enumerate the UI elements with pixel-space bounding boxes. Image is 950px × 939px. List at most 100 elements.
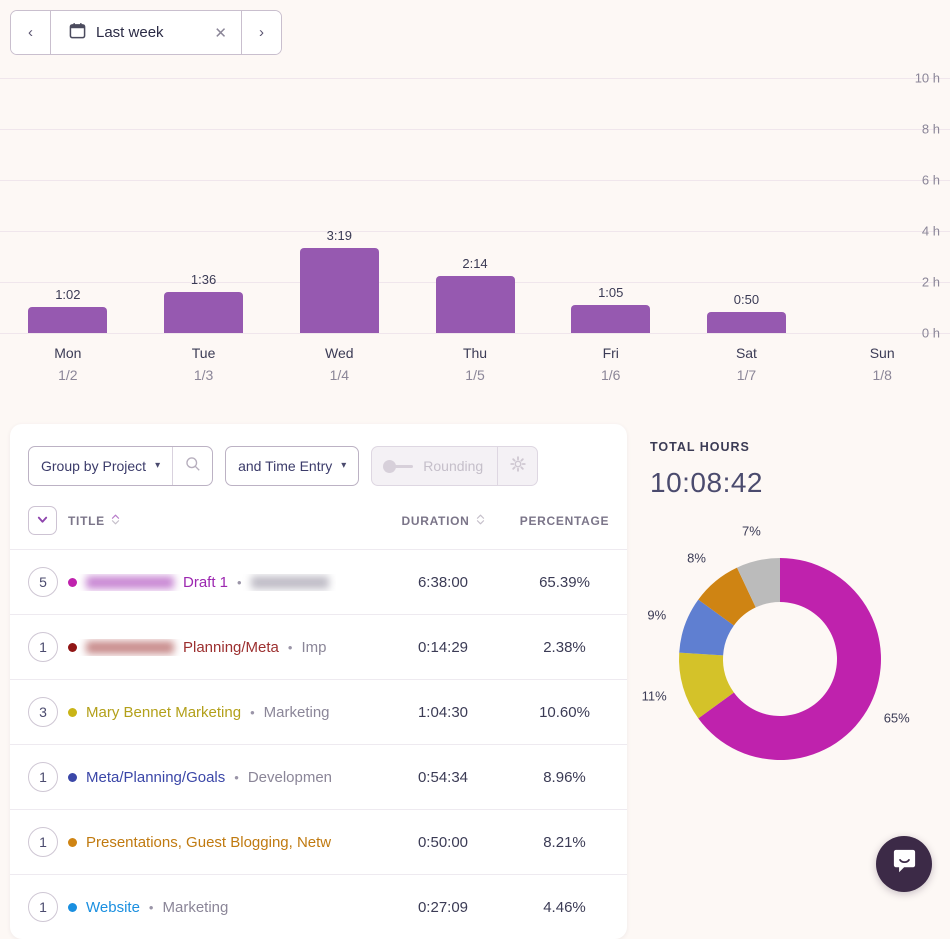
project-color-dot bbox=[68, 708, 77, 717]
entry-count-badge[interactable]: 3 bbox=[28, 697, 58, 727]
bar-column[interactable] bbox=[814, 78, 950, 333]
rounding-control[interactable]: Rounding bbox=[371, 446, 538, 486]
bar-column[interactable]: 0:50 bbox=[679, 78, 815, 333]
row-duration: 1:04:30 bbox=[384, 680, 502, 745]
donut-slice-label: 8% bbox=[687, 551, 706, 566]
rounding-settings-button[interactable] bbox=[497, 447, 537, 485]
x-axis-tick: Mon1/2 bbox=[0, 334, 136, 383]
calendar-icon bbox=[69, 22, 86, 44]
table-row[interactable]: 1Website•Marketing0:27:094.46% bbox=[10, 875, 627, 939]
bar[interactable] bbox=[28, 307, 107, 333]
group-by-value: Group by Project bbox=[41, 458, 146, 474]
x-axis-day-label: Wed bbox=[271, 334, 407, 361]
date-range-display[interactable]: Last week ✕ bbox=[51, 11, 241, 54]
previous-period-button[interactable]: ‹ bbox=[11, 11, 51, 54]
table-row[interactable]: 5Draft 1•6:38:0065.39% bbox=[10, 550, 627, 615]
row-count-cell[interactable]: 5 bbox=[10, 550, 68, 615]
row-title-cell[interactable]: Mary Bennet Marketing•Marketing bbox=[68, 680, 384, 745]
row-title-cell[interactable]: Presentations, Guest Blogging, Netw bbox=[68, 810, 384, 875]
title-separator: • bbox=[288, 640, 293, 655]
row-count-cell[interactable]: 1 bbox=[10, 615, 68, 680]
total-hours-value: 10:08:42 bbox=[650, 467, 950, 499]
bar-column[interactable]: 1:02 bbox=[0, 78, 136, 333]
donut-slice-label: 65% bbox=[884, 711, 910, 726]
gear-icon bbox=[510, 456, 526, 477]
group-by-dropdown[interactable]: Group by Project ▾ bbox=[29, 447, 172, 485]
project-color-dot bbox=[68, 903, 77, 912]
bar-column[interactable]: 3:19 bbox=[271, 78, 407, 333]
entry-count-badge[interactable]: 1 bbox=[28, 892, 58, 922]
entry-count-badge[interactable]: 1 bbox=[28, 632, 58, 662]
subgroup-by-control[interactable]: and Time Entry ▾ bbox=[225, 446, 359, 486]
next-period-button[interactable]: › bbox=[241, 11, 281, 54]
x-axis-tick: Sat1/7 bbox=[679, 334, 815, 383]
project-title: Draft 1 bbox=[183, 574, 228, 591]
project-subtitle: Marketing bbox=[264, 704, 330, 721]
sort-icon[interactable] bbox=[111, 513, 120, 529]
row-title-cell[interactable]: Planning/Meta•Imp bbox=[68, 615, 384, 680]
row-percentage: 65.39% bbox=[502, 550, 627, 615]
bar[interactable] bbox=[300, 248, 379, 333]
x-axis-day-label: Sun bbox=[814, 334, 950, 361]
entry-count-badge[interactable]: 5 bbox=[28, 567, 58, 597]
row-percentage: 8.96% bbox=[502, 745, 627, 810]
table-row[interactable]: 3 Mary Bennet Marketing•Marketing1:04:301… bbox=[10, 680, 627, 745]
chevron-right-icon: › bbox=[259, 24, 264, 41]
chart-bars: 1:021:363:192:141:050:50 bbox=[0, 78, 950, 333]
table-header: TITLE DURATION bbox=[10, 506, 627, 550]
sort-icon[interactable] bbox=[476, 513, 485, 529]
bar[interactable] bbox=[164, 292, 243, 333]
bar-column[interactable]: 1:36 bbox=[136, 78, 272, 333]
expand-all-column bbox=[10, 506, 68, 550]
donut-slice-label: 7% bbox=[742, 524, 761, 539]
group-by-control[interactable]: Group by Project ▾ bbox=[28, 446, 213, 486]
row-count-cell[interactable]: 3 bbox=[10, 680, 68, 745]
x-axis-tick: Fri1/6 bbox=[543, 334, 679, 383]
donut-slice-label: 11% bbox=[642, 688, 667, 703]
x-axis-day-label: Tue bbox=[136, 334, 272, 361]
row-count-cell[interactable]: 1 bbox=[10, 875, 68, 939]
project-subtitle: Imp bbox=[301, 639, 326, 656]
table-row[interactable]: 1Meta/Planning/Goals•Developmen0:54:348.… bbox=[10, 745, 627, 810]
bar[interactable] bbox=[571, 305, 650, 333]
summary-panel: TOTAL HOURS 10:08:42 65%11%9%8%7% bbox=[650, 440, 950, 809]
subgroup-by-dropdown[interactable]: and Time Entry ▾ bbox=[226, 447, 358, 485]
row-count-cell[interactable]: 1 bbox=[10, 745, 68, 810]
bar-column[interactable]: 2:14 bbox=[407, 78, 543, 333]
column-label-title: TITLE bbox=[68, 514, 105, 528]
row-title-cell[interactable]: Meta/Planning/Goals•Developmen bbox=[68, 745, 384, 810]
redacted-text bbox=[86, 576, 174, 589]
bar[interactable] bbox=[436, 276, 515, 333]
bar-column[interactable]: 1:05 bbox=[543, 78, 679, 333]
clear-date-range-button[interactable]: ✕ bbox=[208, 24, 227, 42]
x-axis-day-label: Thu bbox=[407, 334, 543, 361]
column-header-title[interactable]: TITLE bbox=[68, 506, 384, 550]
row-percentage: 10.60% bbox=[502, 680, 627, 745]
column-header-duration[interactable]: DURATION bbox=[384, 506, 502, 550]
search-button[interactable] bbox=[172, 447, 212, 485]
entry-count-badge[interactable]: 1 bbox=[28, 762, 58, 792]
subgroup-by-value: and Time Entry bbox=[238, 458, 332, 474]
redacted-text bbox=[251, 576, 329, 589]
donut-slice-label: 9% bbox=[647, 607, 666, 622]
table-body: 5Draft 1•6:38:0065.39%1Planning/Meta•Imp… bbox=[10, 550, 627, 939]
column-header-percentage[interactable]: PERCENTAGE bbox=[502, 506, 627, 550]
expand-all-button[interactable] bbox=[28, 506, 57, 535]
row-title-cell[interactable]: Website•Marketing bbox=[68, 875, 384, 939]
table-row[interactable]: 1Planning/Meta•Imp0:14:292.38% bbox=[10, 615, 627, 680]
date-range-picker[interactable]: ‹ Last week ✕ › bbox=[10, 10, 282, 55]
row-count-cell[interactable]: 1 bbox=[10, 810, 68, 875]
row-title-cell[interactable]: Draft 1• bbox=[68, 550, 384, 615]
support-chat-button[interactable] bbox=[876, 836, 932, 892]
x-axis-date-label: 1/7 bbox=[679, 361, 815, 383]
project-color-dot bbox=[68, 773, 77, 782]
x-axis-tick: Wed1/4 bbox=[271, 334, 407, 383]
entry-count-badge[interactable]: 1 bbox=[28, 827, 58, 857]
rounding-toggle[interactable]: Rounding bbox=[372, 447, 497, 485]
title-separator: • bbox=[149, 900, 154, 915]
row-duration: 0:27:09 bbox=[384, 875, 502, 939]
column-label-percentage: PERCENTAGE bbox=[520, 514, 609, 528]
search-icon bbox=[185, 456, 201, 477]
table-row[interactable]: 1Presentations, Guest Blogging, Netw0:50… bbox=[10, 810, 627, 875]
bar[interactable] bbox=[707, 312, 786, 333]
